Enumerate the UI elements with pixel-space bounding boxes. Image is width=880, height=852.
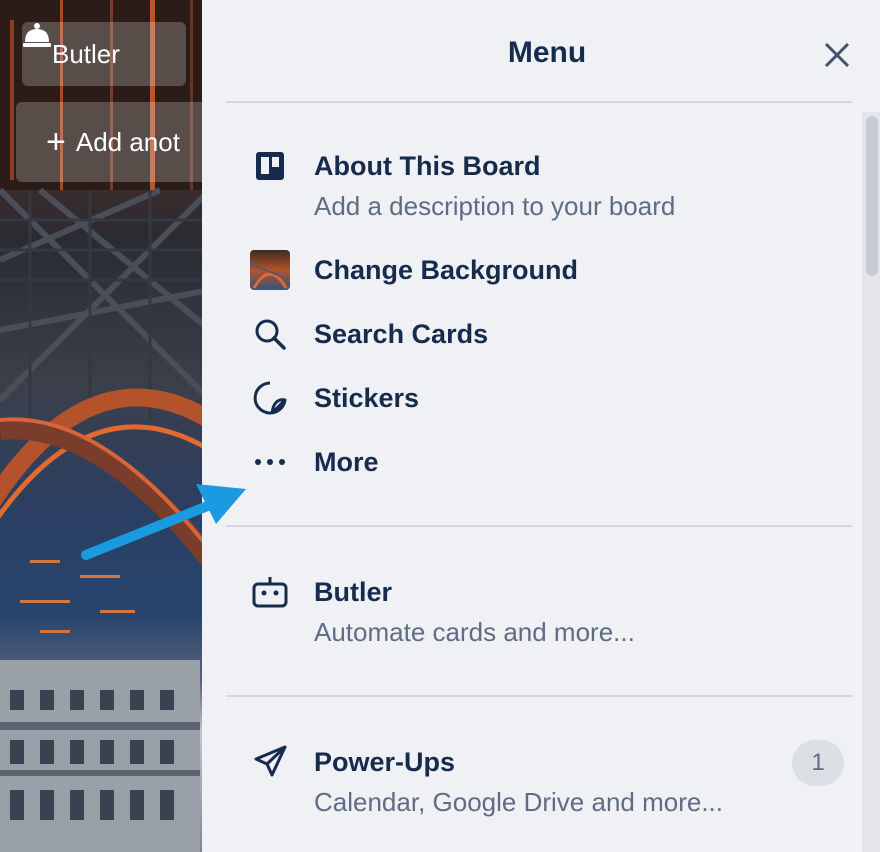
menu-item-stickers[interactable]: Stickers	[250, 378, 419, 418]
board-butler-label: Butler	[52, 38, 120, 69]
power-ups-label: Power-Ups	[314, 747, 456, 777]
menu-divider	[226, 695, 852, 697]
power-ups-description: Calendar, Google Drive and more...	[314, 787, 723, 817]
menu-scrollbar-thumb[interactable]	[866, 116, 878, 276]
add-list-label: Add anot	[75, 126, 180, 157]
menu-item-power-ups[interactable]: Power-Ups Calendar, Google Drive and mor…	[250, 742, 723, 817]
butler-label: Butler	[314, 577, 393, 607]
plus-icon: +	[46, 123, 66, 161]
power-ups-count-badge: 1	[792, 740, 844, 786]
stickers-label: Stickers	[314, 383, 420, 413]
search-icon	[250, 314, 290, 354]
board-background: Butler + Add anot	[0, 0, 210, 852]
butler-description: Automate cards and more...	[314, 617, 635, 647]
board-icon	[250, 146, 290, 186]
menu-item-about-board[interactable]: About This Board Add a description to yo…	[250, 146, 675, 221]
menu-divider	[226, 101, 852, 103]
sticker-icon	[250, 378, 290, 418]
menu-item-change-background[interactable]: Change Background	[250, 250, 578, 290]
close-icon[interactable]	[820, 38, 854, 72]
rocket-icon	[250, 742, 290, 782]
board-menu-panel: Menu About This Board Add a description …	[202, 0, 880, 852]
more-icon	[250, 442, 290, 482]
menu-item-more[interactable]: More	[250, 442, 379, 482]
menu-item-butler[interactable]: Butler Automate cards and more...	[250, 572, 635, 647]
add-another-list-button[interactable]: + Add anot	[16, 102, 210, 182]
change-background-label: Change Background	[314, 255, 579, 285]
menu-item-search-cards[interactable]: Search Cards	[250, 314, 488, 354]
about-board-label: About This Board	[314, 151, 541, 181]
menu-divider	[226, 525, 852, 527]
background-thumbnail	[250, 250, 290, 290]
search-cards-label: Search Cards	[314, 319, 489, 349]
board-butler-button[interactable]: Butler	[22, 22, 186, 86]
butler-robot-icon	[250, 572, 290, 612]
menu-title: Menu	[507, 36, 587, 69]
more-label: More	[314, 447, 379, 477]
about-board-description: Add a description to your board	[314, 191, 676, 221]
